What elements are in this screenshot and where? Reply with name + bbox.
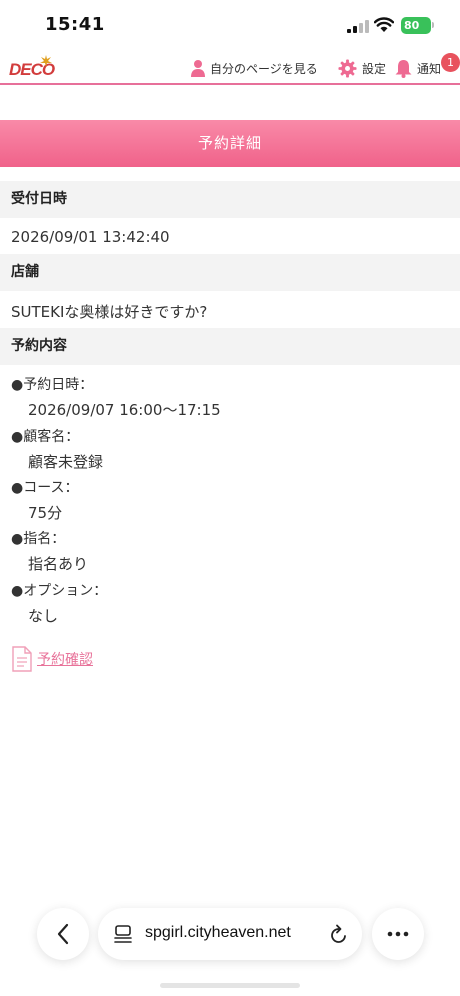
app-header: DECO 自分のページを見る 設定 通知 [0,52,460,84]
reload-icon[interactable] [330,924,348,944]
more-icon [387,931,409,937]
reservation-date-value: 2026/09/07 16:00～17:15 [28,401,221,419]
customer-name-label: ●顧客名： [11,429,80,445]
content-heading: 予約内容 [0,328,460,365]
header-divider [0,83,460,85]
logo-spark-icon [40,55,52,67]
url-text: spgirl.cityheaven.net [145,924,291,941]
wifi-icon [374,17,394,32]
signal-icon [347,20,369,33]
browser-toolbar: spgirl.cityheaven.net [0,906,460,962]
settings-link[interactable]: 設定 [338,58,386,78]
battery-level: 80 [404,19,420,32]
received-heading: 受付日時 [0,181,460,218]
tabs-icon [114,925,132,943]
store-heading: 店舗 [0,254,460,291]
document-icon [12,646,32,672]
battery-tip [432,22,434,28]
course-label: ●コース： [11,480,79,496]
nomination-label: ●指名： [11,531,66,547]
reservation-confirm-link[interactable]: 予約確認 [12,646,93,672]
option-label: ●オプション： [11,583,108,599]
reservation-date-label: ●予約日時： [11,377,94,393]
bell-icon [395,59,412,78]
more-button[interactable] [372,908,424,960]
back-button[interactable] [37,908,89,960]
customer-name-value: 顧客未登録 [28,453,104,471]
notification-badge: 1 [441,53,460,72]
status-bar: 15:41 80 [0,0,460,52]
mypage-label: 自分のページを見る [210,61,318,76]
home-indicator [160,983,300,988]
mypage-link[interactable]: 自分のページを見る [191,58,318,78]
notice-link[interactable]: 通知 [395,58,441,78]
course-value: 75分 [28,504,63,522]
notice-label: 通知 [417,61,442,76]
chevron-left-icon [57,923,69,945]
battery-indicator: 80 [401,17,434,34]
gear-icon [338,58,357,78]
received-value: 2026/09/01 13:42:40 [11,228,170,246]
nomination-value: 指名あり [28,555,89,573]
option-value: なし [28,607,59,625]
reservation-confirm-label: 予約確認 [37,652,93,668]
address-bar[interactable]: spgirl.cityheaven.net [98,908,362,960]
person-icon [191,60,205,77]
store-value: SUTEKIな奥様は好きですか? [11,303,208,321]
status-time: 15:41 [45,14,105,35]
settings-label: 設定 [362,61,387,76]
page-title: 予約詳細 [0,120,460,167]
